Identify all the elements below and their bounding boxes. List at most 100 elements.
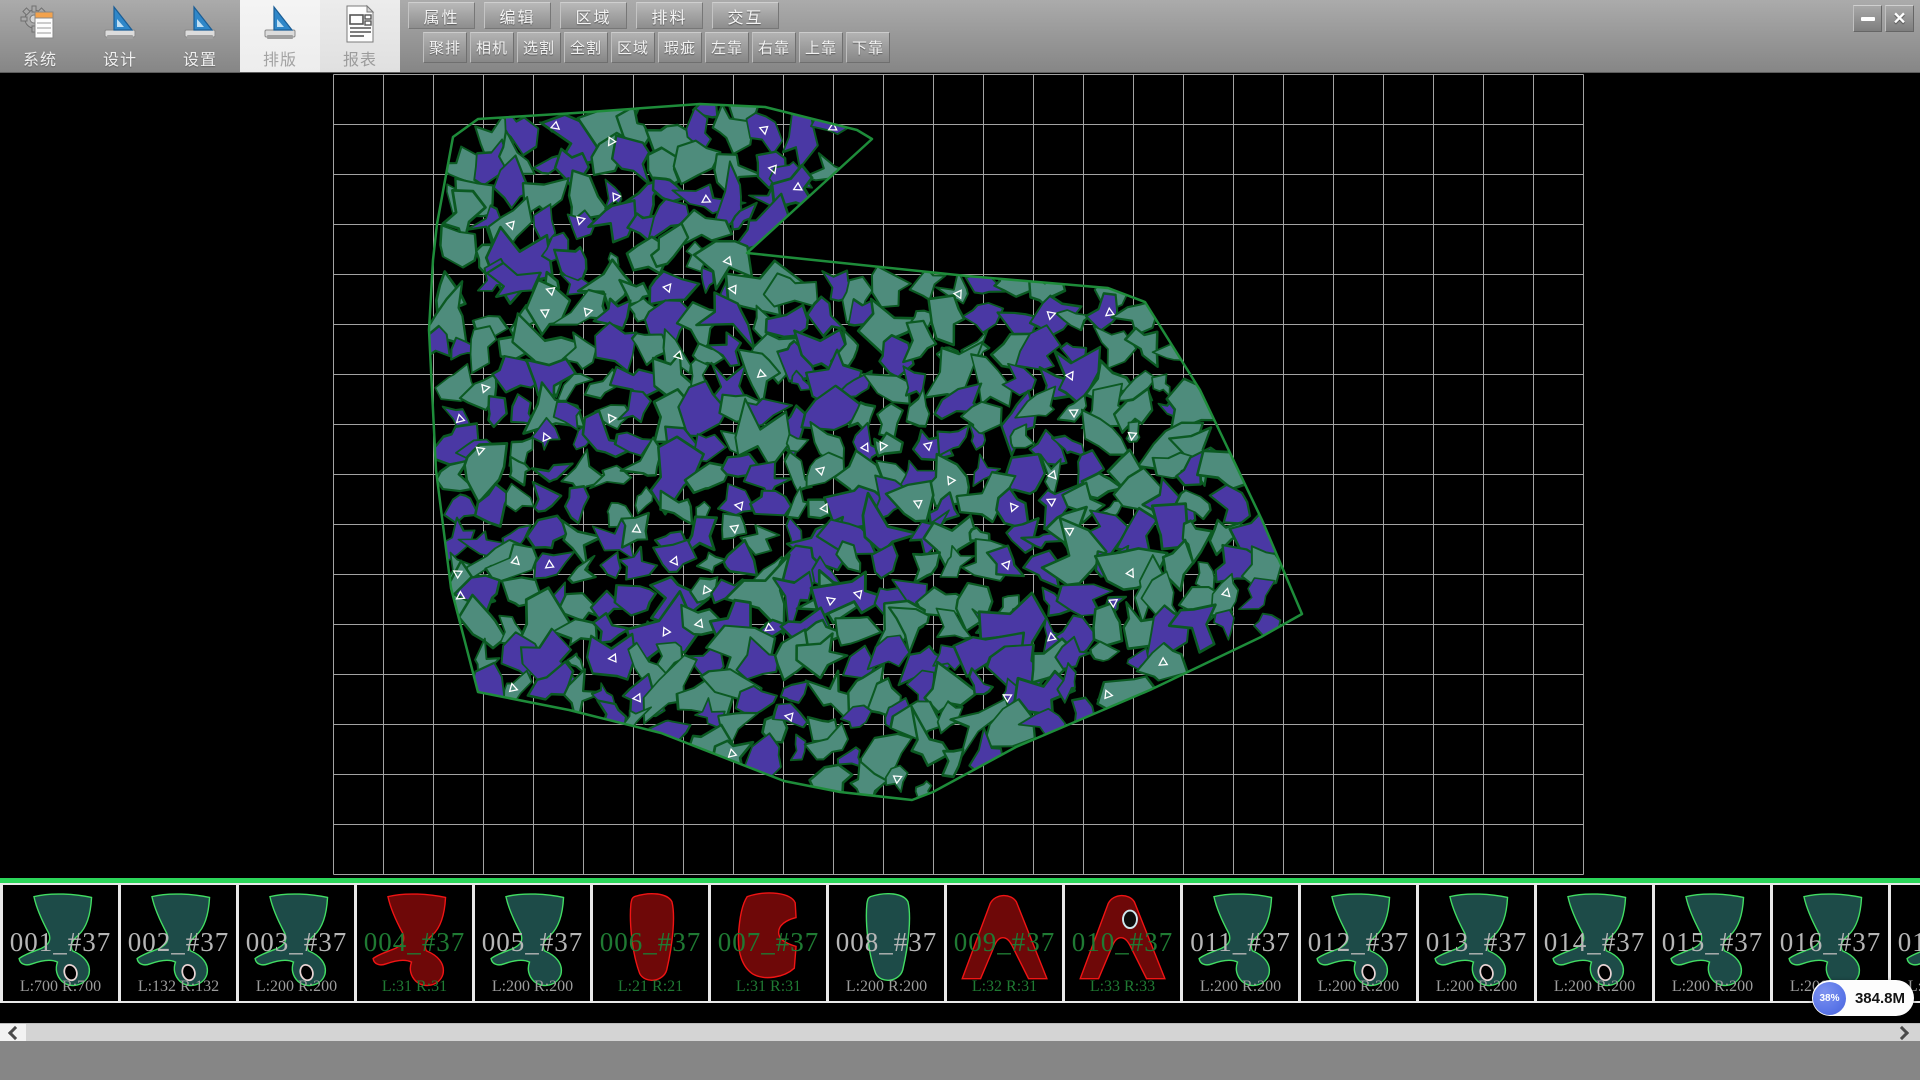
piece-thumbnail-011_#37[interactable]: 011_#37 L:200 R:200 [1183, 885, 1298, 1001]
nav-item-label: 排版 [263, 46, 297, 70]
piece-lr-count: L:33 R:33 [1065, 978, 1180, 996]
piece-id-label: 016_#37 [1773, 927, 1888, 958]
nav-item-label: 报表 [343, 46, 377, 70]
piece-lr-count: L:32 R:31 [947, 978, 1062, 996]
nesting-app-window: 系统 设计 设置 排版 报表 属性编辑区域排料交互 聚排相机选割全割区域瑕疵左靠… [0, 0, 1920, 1080]
tool-button-8[interactable]: 右靠 [752, 32, 796, 63]
nesting-layout-svg [0, 72, 1920, 878]
memory-status-badge: 38% 384.8M [1812, 980, 1914, 1016]
tool-button-2[interactable]: 相机 [470, 32, 514, 63]
menu-bar: 属性编辑区域排料交互 [408, 2, 779, 29]
piece-thumbnail-012_#37[interactable]: 012_#37 L:200 R:200 [1301, 885, 1416, 1001]
piece-lr-count: L:200 R:200 [475, 978, 590, 996]
chevron-right-icon [1894, 1026, 1908, 1040]
piece-thumbnail-003_#37[interactable]: 003_#37 L:200 R:200 [239, 885, 354, 1001]
piece-id-label: 010_#37 [1065, 927, 1180, 958]
piece-lr-count: L:200 R:200 [1419, 978, 1534, 996]
piece-id-label: 013_#37 [1419, 927, 1534, 958]
minimize-button[interactable] [1853, 5, 1882, 32]
menu-button-1[interactable]: 属性 [408, 2, 475, 29]
design-ruler-icon [99, 3, 141, 45]
piece-lr-count: L:31 R:31 [357, 978, 472, 996]
tool-button-1[interactable]: 聚排 [423, 32, 467, 63]
piece-thumbnail-013_#37[interactable]: 013_#37 L:200 R:200 [1419, 885, 1534, 1001]
horizontal-scrollbar[interactable] [0, 1023, 1920, 1041]
piece-id-label: 006_#37 [593, 927, 708, 958]
piece-lr-count: L:31 R:31 [711, 978, 826, 996]
piece-thumbnail-010_#37[interactable]: 010_#37 L:33 R:33 [1065, 885, 1180, 1001]
piece-thumbnail-006_#37[interactable]: 006_#37 L:21 R:21 [593, 885, 708, 1001]
top-toolbar: 系统 设计 设置 排版 报表 属性编辑区域排料交互 聚排相机选割全割区域瑕疵左靠… [0, 0, 1920, 73]
piece-thumbnail-008_#37[interactable]: 008_#37 L:200 R:200 [829, 885, 944, 1001]
memory-value: 384.8M [1846, 990, 1914, 1007]
piece-thumbnail-015_#37[interactable]: 015_#37 L:200 R:200 [1655, 885, 1770, 1001]
report-doc-icon [339, 3, 381, 45]
piece-id-label: 014_#37 [1537, 927, 1652, 958]
piece-lr-count: L:200 R:200 [1301, 978, 1416, 996]
window-controls: × [1853, 5, 1914, 32]
tool-button-5[interactable]: 区域 [611, 32, 655, 63]
piece-lr-count: L:132 R:132 [121, 978, 236, 996]
piece-id-label: 001_#37 [3, 927, 118, 958]
piece-thumbnail-001_#37[interactable]: 001_#37 L:700 R:700 [3, 885, 118, 1001]
piece-thumbnail-strip: 001_#37 L:700 R:700 002_#37 L:132 R:132 … [0, 883, 1920, 1003]
close-button[interactable]: × [1885, 5, 1914, 32]
piece-lr-count: L:200 R:200 [239, 978, 354, 996]
menu-button-4[interactable]: 排料 [636, 2, 703, 29]
piece-thumbnail-007_#37[interactable]: 007_#37 L:31 R:31 [711, 885, 826, 1001]
nav-item-1[interactable]: 系统 [0, 0, 80, 72]
nested-pieces-group [402, 87, 1292, 817]
tool-button-9[interactable]: 上靠 [799, 32, 843, 63]
nav-item-5[interactable]: 报表 [320, 0, 400, 72]
piece-lr-count: L:200 R:200 [1655, 978, 1770, 996]
piece-lr-count: L:200 R:200 [1537, 978, 1652, 996]
scroll-left-button[interactable] [0, 1024, 26, 1042]
piece-lr-count: L:200 R:200 [1183, 978, 1298, 996]
nav-item-3[interactable]: 设置 [160, 0, 240, 72]
piece-id-label: 011_#37 [1183, 927, 1298, 958]
nav-item-4[interactable]: 排版 [240, 0, 320, 72]
tool-button-3[interactable]: 选割 [517, 32, 561, 63]
piece-id-label: 012_#37 [1301, 927, 1416, 958]
piece-id-label: 008_#37 [829, 927, 944, 958]
menu-button-3[interactable]: 区域 [560, 2, 627, 29]
piece-id-label: 009_#37 [947, 927, 1062, 958]
menu-button-2[interactable]: 编辑 [484, 2, 551, 29]
piece-id-label: 005_#37 [475, 927, 590, 958]
piece-thumbnail-002_#37[interactable]: 002_#37 L:132 R:132 [121, 885, 236, 1001]
tool-button-6[interactable]: 瑕疵 [658, 32, 702, 63]
main-nav: 系统 设计 设置 排版 报表 [0, 0, 400, 72]
percent-indicator: 38% [1813, 982, 1846, 1015]
menu-button-5[interactable]: 交互 [712, 2, 779, 29]
close-icon: × [1893, 8, 1905, 29]
scroll-right-button[interactable] [1890, 1024, 1916, 1042]
tool-button-4[interactable]: 全割 [564, 32, 608, 63]
piece-id-label: 017_#37 [1891, 927, 1920, 958]
system-gear-icon [19, 3, 61, 45]
piece-id-label: 004_#37 [357, 927, 472, 958]
piece-thumbnail-009_#37[interactable]: 009_#37 L:32 R:31 [947, 885, 1062, 1001]
piece-id-label: 007_#37 [711, 927, 826, 958]
chevron-left-icon [7, 1026, 21, 1040]
piece-lr-count: L:200 R:200 [829, 978, 944, 996]
piece-id-label: 002_#37 [121, 927, 236, 958]
tool-button-10[interactable]: 下靠 [846, 32, 890, 63]
piece-id-label: 003_#37 [239, 927, 354, 958]
nesting-canvas[interactable] [0, 72, 1920, 878]
nav-item-label: 设计 [103, 46, 137, 70]
nav-item-2[interactable]: 设计 [80, 0, 160, 72]
piece-id-label: 015_#37 [1655, 927, 1770, 958]
nesting-toolbar: 聚排相机选割全割区域瑕疵左靠右靠上靠下靠 [423, 32, 890, 63]
tool-button-7[interactable]: 左靠 [705, 32, 749, 63]
piece-thumbnail-004_#37[interactable]: 004_#37 L:31 R:31 [357, 885, 472, 1001]
piece-thumbnail-014_#37[interactable]: 014_#37 L:200 R:200 [1537, 885, 1652, 1001]
settings-ruler-icon [179, 3, 221, 45]
piece-thumbnail-005_#37[interactable]: 005_#37 L:200 R:200 [475, 885, 590, 1001]
nesting-ruler-icon [259, 3, 301, 45]
bottom-status-bar [0, 1041, 1920, 1080]
strip-lower-gap [0, 1003, 1920, 1023]
minimize-icon [1861, 17, 1875, 21]
piece-lr-count: L:700 R:700 [3, 978, 118, 996]
nav-item-label: 设置 [183, 46, 217, 70]
nav-item-label: 系统 [23, 46, 57, 70]
